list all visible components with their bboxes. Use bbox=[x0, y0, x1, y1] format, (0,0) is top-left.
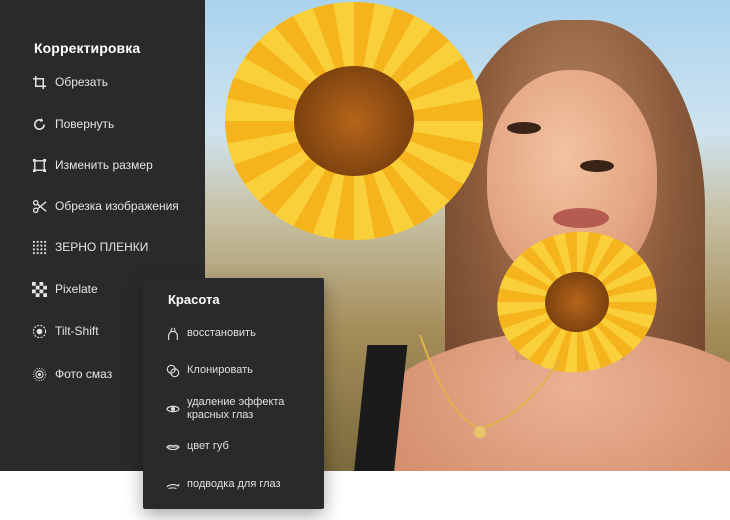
lips-icon bbox=[165, 439, 180, 454]
beauty-tool-lip-color-label: цвет губ bbox=[187, 440, 229, 452]
tool-film-grain-label: ЗЕРНО ПЛЕНКИ bbox=[55, 240, 149, 254]
tool-photo-blur-label: Фото смаз bbox=[55, 367, 113, 381]
resize-icon bbox=[32, 158, 47, 173]
adjust-panel-title: Корректировка bbox=[34, 40, 141, 56]
blur-icon bbox=[32, 367, 47, 382]
tool-resize-label: Изменить размер bbox=[55, 158, 153, 172]
tool-crop-label: Обрезать bbox=[55, 75, 108, 89]
tool-tilt-shift-label: Tilt-Shift bbox=[55, 324, 99, 338]
beauty-tool-red-eye-label: удаление эффекта красных глаз bbox=[187, 396, 285, 421]
pixelate-icon bbox=[32, 281, 47, 297]
beauty-tool-red-eye[interactable]: удаление эффекта красных глаз bbox=[165, 396, 315, 422]
rotate-icon bbox=[32, 117, 47, 132]
photo-eye-left bbox=[507, 122, 541, 134]
beauty-tool-clone[interactable]: Клонировать bbox=[165, 363, 315, 378]
tool-pixelate-label: Pixelate bbox=[55, 282, 98, 296]
tool-tilt-shift[interactable]: Tilt-Shift bbox=[32, 321, 99, 341]
tool-cutout-label: Обрезка изображения bbox=[55, 199, 179, 213]
tool-rotate[interactable]: Повернуть bbox=[32, 114, 114, 134]
beauty-tool-heal[interactable]: восстановить bbox=[165, 326, 315, 341]
eyeliner-icon bbox=[165, 477, 180, 492]
tool-cutout[interactable]: Обрезка изображения bbox=[32, 196, 179, 216]
beauty-tool-heal-label: восстановить bbox=[187, 327, 256, 339]
beauty-panel-title: Красота bbox=[168, 292, 220, 307]
sunflower-large-center bbox=[294, 66, 414, 176]
beauty-tool-eyeliner[interactable]: подводка для глаз bbox=[165, 477, 315, 492]
beauty-tool-eyeliner-label: подводка для глаз bbox=[187, 478, 281, 490]
tilt-shift-icon bbox=[32, 324, 47, 339]
photo-necklace bbox=[419, 334, 561, 438]
crop-icon bbox=[32, 75, 47, 90]
sunflower-large bbox=[225, 2, 483, 240]
eye-icon bbox=[165, 402, 180, 417]
tool-rotate-label: Повернуть bbox=[55, 117, 115, 131]
heal-icon bbox=[165, 326, 180, 341]
tool-pixelate[interactable]: Pixelate bbox=[32, 279, 98, 299]
tool-crop[interactable]: Обрезать bbox=[32, 72, 108, 92]
scissors-icon bbox=[32, 199, 47, 214]
photo-eye-right bbox=[580, 160, 614, 172]
clone-icon bbox=[165, 363, 180, 378]
tool-resize[interactable]: Изменить размер bbox=[32, 155, 153, 175]
beauty-tool-clone-label: Клонировать bbox=[187, 364, 253, 376]
grain-icon bbox=[32, 240, 47, 255]
beauty-panel: Красота восстановить Клонировать удалени… bbox=[143, 278, 324, 509]
tool-photo-blur[interactable]: Фото смаз bbox=[32, 364, 112, 384]
photo-lips bbox=[553, 208, 609, 228]
tool-film-grain[interactable]: ЗЕРНО ПЛЕНКИ bbox=[32, 237, 148, 257]
beauty-tool-lip-color[interactable]: цвет губ bbox=[165, 439, 315, 454]
